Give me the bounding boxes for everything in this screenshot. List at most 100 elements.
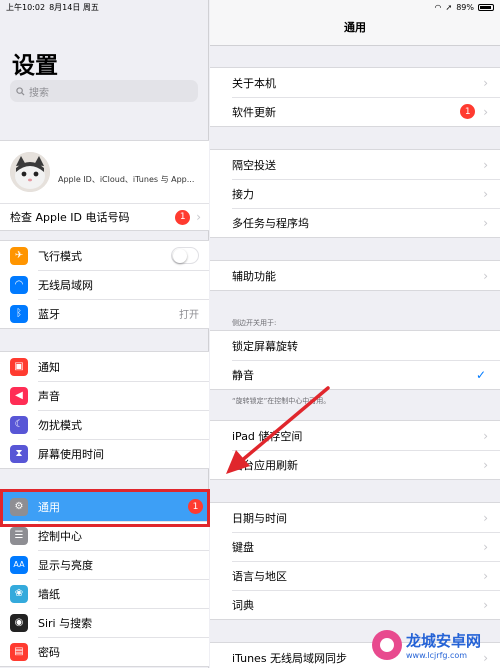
side-switch-header: 侧边开关用于:	[232, 319, 277, 327]
sidebar-item-display[interactable]: AA 显示与亮度	[0, 550, 209, 579]
display-icon: AA	[10, 555, 28, 574]
page-title: 设置	[12, 53, 58, 79]
chevron-right-icon: ›	[483, 428, 488, 443]
battery-percent: 89%	[456, 2, 474, 12]
handoff-row[interactable]: 接力 ›	[210, 179, 500, 208]
row-label: 辅助功能	[232, 269, 276, 283]
status-date: 8月14日 周五	[49, 2, 99, 12]
notifications-group: ▣ 通知 ◀ 声音 ☾ 勿扰模式 ⧗ 屏幕使用时间	[0, 351, 209, 469]
row-label: 键盘	[232, 540, 254, 554]
storage-group: iPad 储存空间 › 后台应用刷新 ›	[210, 420, 500, 480]
sidebar-item-wifi[interactable]: ◠ 无线局域网	[0, 270, 209, 299]
battery-icon	[478, 3, 494, 11]
apple-id-group: Apple ID、iCloud、iTunes 与 App... 检查 Apple…	[0, 140, 209, 231]
general-detail-pane: 通用 关于本机 › 软件更新 1 › 隔空投送 › 接力 › 多任务与程序坞 ›…	[210, 0, 500, 668]
watermark-url: www.lcjrfg.com	[406, 651, 468, 660]
lock-icon: ▤	[10, 642, 28, 661]
search-input[interactable]: 搜索	[10, 80, 198, 102]
search-icon	[16, 86, 25, 96]
date-time-row[interactable]: 日期与时间 ›	[210, 503, 500, 532]
sidebar-item-notifications[interactable]: ▣ 通知	[0, 352, 209, 381]
notifications-icon: ▣	[10, 357, 28, 376]
watermark-logo-icon	[372, 630, 402, 660]
row-label: 语言与地区	[232, 569, 287, 583]
accessibility-group: 辅助功能 ›	[210, 260, 500, 291]
accessibility-row[interactable]: 辅助功能 ›	[210, 261, 500, 290]
date-language-group: 日期与时间 › 键盘 › 语言与地区 › 词典 ›	[210, 502, 500, 620]
row-label: 后台应用刷新	[232, 458, 298, 472]
search-placeholder: 搜索	[29, 87, 49, 99]
avatar	[10, 152, 50, 192]
multitasking-row[interactable]: 多任务与程序坞 ›	[210, 208, 500, 237]
chevron-right-icon: ›	[483, 457, 488, 472]
connectivity-group: ✈ 飞行模式 ◠ 无线局域网 ᛒ 蓝牙 打开	[0, 240, 209, 329]
watermark-title: 龙城安卓网	[406, 632, 482, 650]
chevron-right-icon: ›	[483, 268, 488, 283]
lock-rotation-row[interactable]: 锁定屏幕旋转	[210, 331, 500, 360]
background-refresh-row[interactable]: 后台应用刷新 ›	[210, 450, 500, 479]
sidebar-item-sounds[interactable]: ◀ 声音	[0, 381, 209, 410]
chevron-right-icon: ›	[483, 510, 488, 525]
chevron-right-icon: ›	[483, 215, 488, 230]
checkmark-icon: ✓	[475, 367, 486, 382]
status-time: 上午10:02	[6, 2, 46, 12]
status-bar: 上午10:02 8月14日 周五 ◠ ➚ 89%	[0, 0, 500, 14]
sound-icon: ◀	[10, 386, 28, 405]
row-label: 词典	[232, 598, 254, 612]
chevron-right-icon: ›	[483, 104, 488, 119]
sidebar-item-bluetooth[interactable]: ᛒ 蓝牙 打开	[0, 299, 209, 328]
about-row[interactable]: 关于本机 ›	[210, 68, 500, 97]
row-label: 锁定屏幕旋转	[232, 339, 298, 353]
row-label: iTunes 无线局域网同步	[232, 651, 348, 665]
row-label: 多任务与程序坞	[232, 216, 309, 230]
keyboard-row[interactable]: 键盘 ›	[210, 532, 500, 561]
apple-id-subtitle: Apple ID、iCloud、iTunes 与 App...	[58, 174, 195, 184]
sidebar-item-label: 勿扰模式	[38, 418, 82, 432]
side-switch-group: 锁定屏幕旋转 静音 ✓	[210, 330, 500, 390]
sidebar-item-siri[interactable]: ◉ Siri 与搜索	[0, 608, 209, 637]
bluetooth-status: 打开	[179, 310, 199, 321]
sidebar-item-label: 声音	[38, 389, 60, 403]
sidebar-item-passcode[interactable]: ▤ 密码	[0, 637, 209, 666]
software-update-row[interactable]: 软件更新 1 ›	[210, 97, 500, 126]
settings-sidebar: 设置 搜索 Apple ID、iCloud、iTunes 与 App... 检查…	[0, 0, 209, 668]
row-label: 静音	[232, 368, 254, 382]
ipad-storage-row[interactable]: iPad 储存空间 ›	[210, 421, 500, 450]
sidebar-item-label: 密码	[38, 645, 60, 659]
side-switch-footer: “旋转锁定”在控制中心中可用。	[232, 397, 331, 405]
language-region-row[interactable]: 语言与地区 ›	[210, 561, 500, 590]
apple-id-profile[interactable]: Apple ID、iCloud、iTunes 与 App...	[0, 141, 209, 203]
airdrop-group: 隔空投送 › 接力 › 多任务与程序坞 ›	[210, 149, 500, 238]
bluetooth-icon: ᛒ	[10, 304, 28, 323]
chevron-right-icon: ›	[483, 539, 488, 554]
row-label: iPad 储存空间	[232, 429, 303, 443]
chevron-right-icon: ›	[483, 186, 488, 201]
row-label: 关于本机	[232, 76, 276, 90]
airdrop-row[interactable]: 隔空投送 ›	[210, 150, 500, 179]
siri-icon: ◉	[10, 613, 28, 632]
dictionary-row[interactable]: 词典 ›	[210, 590, 500, 619]
sidebar-item-airplane-mode[interactable]: ✈ 飞行模式	[0, 241, 209, 270]
chevron-right-icon: ›	[483, 568, 488, 583]
row-label: 日期与时间	[232, 511, 287, 525]
row-label: 接力	[232, 187, 254, 201]
sidebar-item-screen-time[interactable]: ⧗ 屏幕使用时间	[0, 439, 209, 468]
control-center-icon: ☰	[10, 526, 28, 545]
notification-badge: 1	[460, 104, 476, 119]
sidebar-item-label: 通知	[38, 360, 60, 374]
mute-row[interactable]: 静音 ✓	[210, 360, 500, 389]
sidebar-item-label: 屏幕使用时间	[38, 447, 104, 461]
hourglass-icon: ⧗	[10, 444, 28, 463]
airplane-mode-toggle[interactable]	[171, 247, 199, 264]
wallpaper-icon: ❀	[10, 584, 28, 603]
watermark: 龙城安卓网 www.lcjrfg.com	[372, 630, 481, 660]
sidebar-item-label: 显示与亮度	[38, 558, 93, 572]
row-label: 软件更新	[232, 105, 276, 119]
sidebar-item-wallpaper[interactable]: ❀ 墙纸	[0, 579, 209, 608]
moon-icon: ☾	[10, 415, 28, 434]
wifi-icon: ◠	[10, 275, 28, 294]
check-apple-id-phone-row[interactable]: 检查 Apple ID 电话号码 1 ›	[0, 203, 209, 230]
chevron-right-icon: ›	[483, 75, 488, 90]
airplane-icon: ✈	[10, 246, 28, 265]
sidebar-item-do-not-disturb[interactable]: ☾ 勿扰模式	[0, 410, 209, 439]
